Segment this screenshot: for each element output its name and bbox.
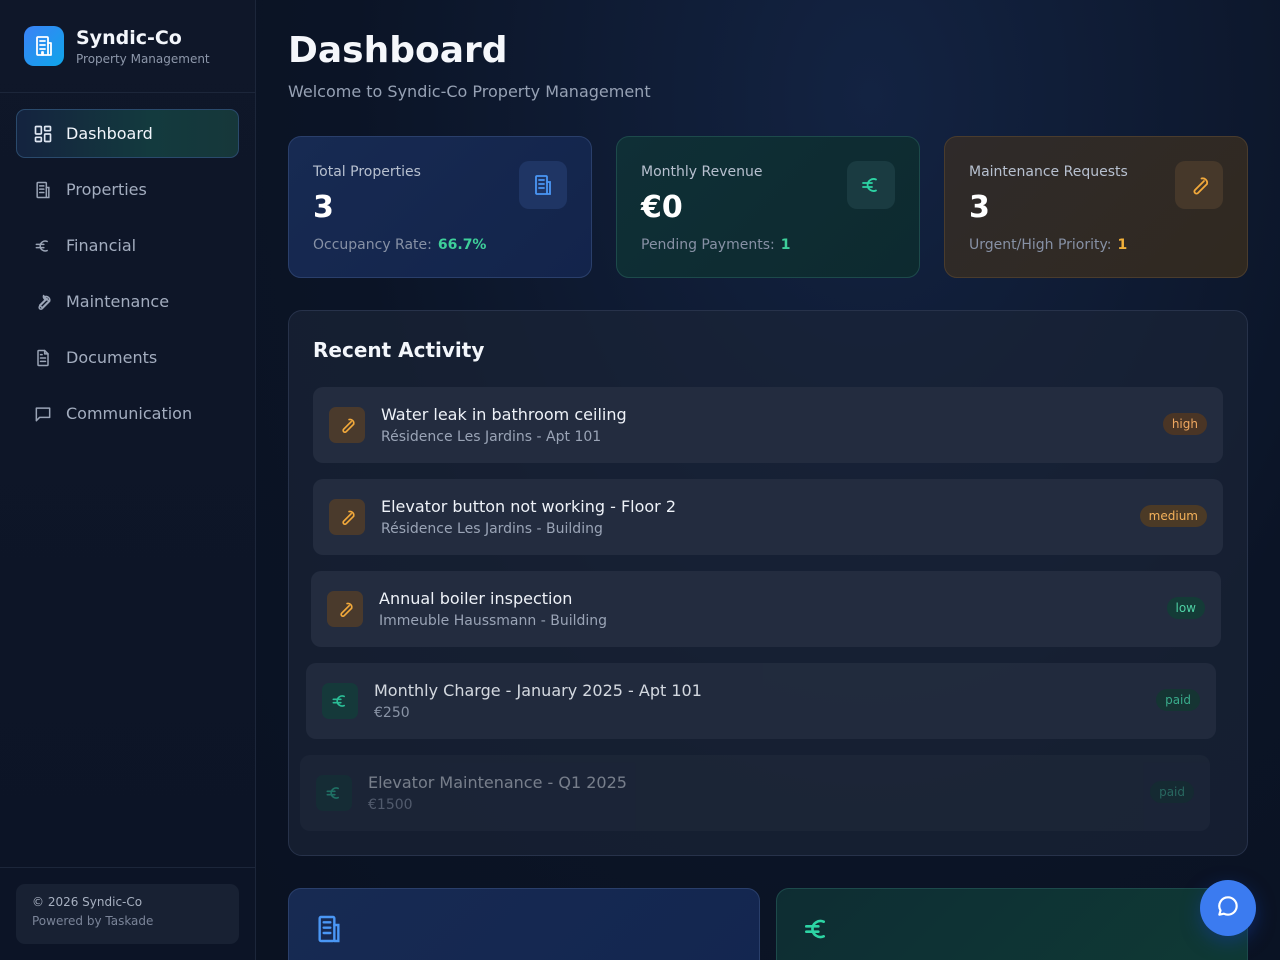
euro-icon xyxy=(33,236,53,256)
powered-by-text: Powered by Taskade xyxy=(32,914,154,928)
activity-title: Annual boiler inspection xyxy=(379,589,573,608)
sidebar-item-label: Financial xyxy=(66,236,137,255)
activity-subtitle: €250 xyxy=(374,705,410,721)
section-title: Recent Activity xyxy=(313,338,485,362)
copyright-text: © 2026 Syndic-Co xyxy=(32,895,143,909)
sidebar-item-financial[interactable]: Financial xyxy=(16,221,239,270)
sidebar-item-communication[interactable]: Communication xyxy=(16,389,239,438)
main-content: Dashboard Welcome to Syndic-Co Property … xyxy=(256,0,1280,960)
stat-card-properties[interactable]: Total Properties 3 Occupancy Rate: 66.7% xyxy=(288,136,592,278)
stat-card-revenue[interactable]: Monthly Revenue €0 Pending Payments: 1 xyxy=(616,136,920,278)
sidebar-item-label: Properties xyxy=(66,180,147,199)
wrench-icon xyxy=(327,591,363,627)
activity-subtitle: Résidence Les Jardins - Apt 101 xyxy=(381,429,602,445)
divider xyxy=(0,867,255,868)
activity-subtitle: €1500 xyxy=(368,797,413,813)
sidebar-nav: Dashboard Properties Financial Maintenan… xyxy=(0,93,255,438)
building-icon xyxy=(33,180,53,200)
euro-icon xyxy=(847,161,895,209)
chat-button[interactable] xyxy=(1200,880,1256,936)
brand-subtitle: Property Management xyxy=(76,51,210,66)
financial-overview-card[interactable] xyxy=(776,888,1248,960)
activity-item[interactable]: Elevator Maintenance - Q1 2025 €1500 pai… xyxy=(300,755,1210,831)
message-icon xyxy=(33,404,53,424)
activity-title: Water leak in bathroom ceiling xyxy=(381,405,627,424)
page-title: Dashboard xyxy=(288,30,508,71)
stat-footer-label: Urgent/High Priority: xyxy=(969,237,1112,253)
sidebar-item-dashboard[interactable]: Dashboard xyxy=(16,109,239,158)
building-icon xyxy=(24,26,64,66)
sidebar-item-documents[interactable]: Documents xyxy=(16,333,239,382)
stat-footer-value: 1 xyxy=(1117,237,1128,253)
sidebar-item-label: Documents xyxy=(66,348,158,367)
wrench-icon xyxy=(329,499,365,535)
sidebar-footer: © 2026 Syndic-Co Powered by Taskade xyxy=(16,884,239,944)
euro-icon xyxy=(316,775,352,811)
wrench-icon xyxy=(1175,161,1223,209)
priority-badge: medium xyxy=(1139,505,1207,527)
sidebar: Syndic-Co Property Management Dashboard … xyxy=(0,0,256,960)
stat-footer: Occupancy Rate: 66.7% xyxy=(313,237,567,253)
activity-title: Monthly Charge - January 2025 - Apt 101 xyxy=(374,681,702,700)
activity-title: Elevator button not working - Floor 2 xyxy=(381,497,677,516)
activity-item[interactable]: Water leak in bathroom ceiling Résidence… xyxy=(313,387,1223,463)
stat-footer-label: Pending Payments: xyxy=(641,237,775,253)
brand[interactable]: Syndic-Co Property Management xyxy=(0,0,255,93)
sidebar-item-label: Communication xyxy=(66,404,193,423)
activity-item[interactable]: Elevator button not working - Floor 2 Ré… xyxy=(313,479,1223,555)
activity-item[interactable]: Annual boiler inspection Immeuble Haussm… xyxy=(311,571,1221,647)
euro-icon xyxy=(322,683,358,719)
stat-footer-value: 66.7% xyxy=(437,237,487,253)
building-icon xyxy=(519,161,567,209)
page-subtitle: Welcome to Syndic-Co Property Management xyxy=(288,82,651,101)
chat-bubble-icon xyxy=(1215,893,1241,923)
stat-footer: Urgent/High Priority: 1 xyxy=(969,237,1223,253)
stat-card-maintenance[interactable]: Maintenance Requests 3 Urgent/High Prior… xyxy=(944,136,1248,278)
activity-title: Elevator Maintenance - Q1 2025 xyxy=(368,773,627,792)
wrench-icon xyxy=(33,292,53,312)
sidebar-item-maintenance[interactable]: Maintenance xyxy=(16,277,239,326)
priority-badge: low xyxy=(1166,597,1205,619)
stat-footer-label: Occupancy Rate: xyxy=(313,237,432,253)
grid-icon xyxy=(33,124,53,144)
properties-overview-card[interactable] xyxy=(288,888,760,960)
sidebar-item-properties[interactable]: Properties xyxy=(16,165,239,214)
sidebar-item-label: Dashboard xyxy=(66,124,153,143)
stat-footer-value: 1 xyxy=(780,237,791,253)
activity-subtitle: Résidence Les Jardins - Building xyxy=(381,521,603,537)
stat-footer: Pending Payments: 1 xyxy=(641,237,895,253)
activity-item[interactable]: Monthly Charge - January 2025 - Apt 101 … xyxy=(306,663,1216,739)
wrench-icon xyxy=(329,407,365,443)
status-badge: paid xyxy=(1150,781,1194,803)
sidebar-item-label: Maintenance xyxy=(66,292,170,311)
recent-activity-panel: Recent Activity Water leak in bathroom c… xyxy=(288,310,1248,856)
document-icon xyxy=(33,348,53,368)
brand-name: Syndic-Co xyxy=(76,26,182,49)
priority-badge: high xyxy=(1162,413,1207,435)
euro-icon xyxy=(801,919,833,949)
status-badge: paid xyxy=(1156,689,1200,711)
building-icon xyxy=(313,915,345,949)
activity-subtitle: Immeuble Haussmann - Building xyxy=(379,613,608,629)
